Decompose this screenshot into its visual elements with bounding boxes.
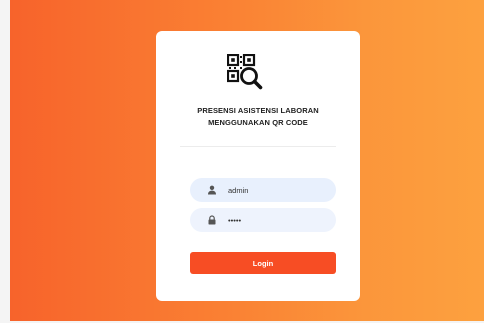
username-field[interactable] bbox=[190, 178, 336, 202]
lock-icon bbox=[208, 215, 216, 225]
user-icon bbox=[208, 185, 216, 195]
page-background: PRESENSI ASISTENSI LABORAN MENGGUNAKAN Q… bbox=[10, 0, 484, 321]
title-line-1: PRESENSI ASISTENSI LABORAN bbox=[197, 106, 319, 115]
page-title: PRESENSI ASISTENSI LABORAN MENGGUNAKAN Q… bbox=[156, 105, 360, 129]
qr-code-search-icon bbox=[227, 54, 263, 90]
login-button[interactable]: Login bbox=[190, 252, 336, 274]
title-line-2: MENGGUNAKAN QR CODE bbox=[208, 118, 308, 127]
username-input[interactable] bbox=[228, 178, 328, 202]
password-field[interactable] bbox=[190, 208, 336, 232]
divider bbox=[180, 146, 336, 147]
password-input[interactable] bbox=[228, 208, 328, 232]
login-card: PRESENSI ASISTENSI LABORAN MENGGUNAKAN Q… bbox=[156, 31, 360, 301]
